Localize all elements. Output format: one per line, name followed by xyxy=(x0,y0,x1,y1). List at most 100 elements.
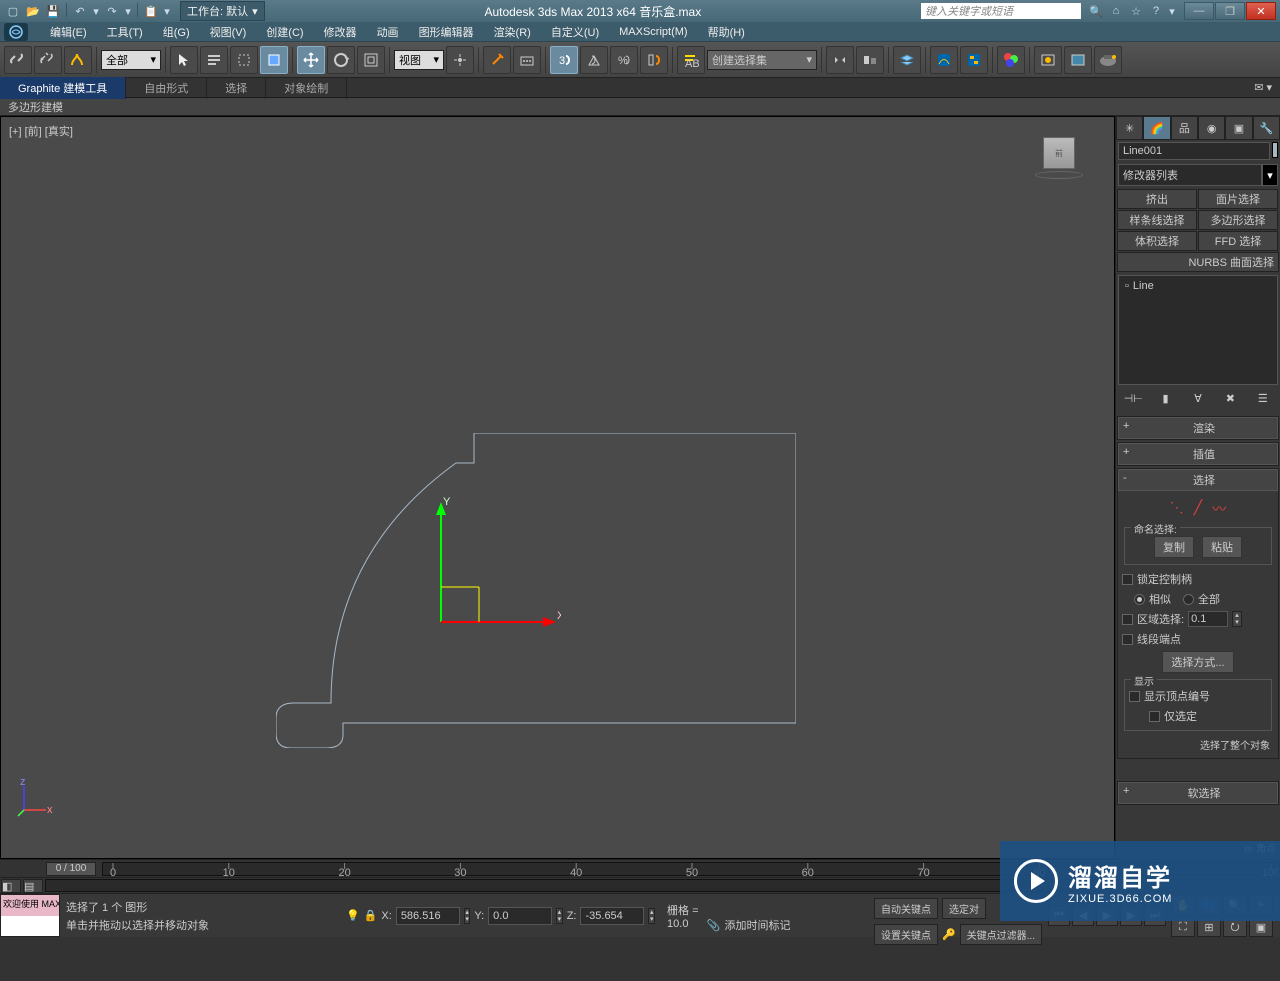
named-sel-combo[interactable]: 创建选择集▾ xyxy=(707,50,817,70)
menu-modifiers[interactable]: 修改器 xyxy=(314,22,367,42)
help-search-input[interactable]: 键入关键字或短语 xyxy=(921,3,1081,19)
undo-icon[interactable]: ↶ xyxy=(71,3,89,19)
layer-manager-icon[interactable] xyxy=(893,46,921,74)
menu-animation[interactable]: 动画 xyxy=(367,22,409,42)
modbtn-extrude[interactable]: 挤出 xyxy=(1117,189,1197,209)
auto-key-button[interactable]: 自动关键点 xyxy=(874,898,938,919)
favorites-icon[interactable]: ☆ xyxy=(1127,3,1145,19)
comm-center-icon[interactable]: ⌂ xyxy=(1107,3,1125,19)
project-icon[interactable]: 📋 xyxy=(142,3,160,19)
motion-tab-icon[interactable]: ◉ xyxy=(1198,116,1225,140)
selected-button[interactable]: 选定对 xyxy=(942,898,986,919)
modifier-stack[interactable]: ▫Line xyxy=(1118,275,1278,385)
time-slider-handle[interactable]: 0 / 100 xyxy=(46,862,96,876)
viewport-front[interactable]: [+] [前] [真实] 前 Y X z x xyxy=(0,116,1115,859)
area-sel-check[interactable] xyxy=(1122,614,1133,625)
spinner-snap-icon[interactable] xyxy=(640,46,668,74)
menu-maxscript[interactable]: MAXScript(M) xyxy=(609,24,697,40)
window-crossing-icon[interactable] xyxy=(260,46,288,74)
ribbon-tab-graphite[interactable]: Graphite 建模工具 xyxy=(0,77,126,99)
modbtn-face[interactable]: 面片选择 xyxy=(1198,189,1278,209)
menu-tools[interactable]: 工具(T) xyxy=(97,22,153,42)
rollout-render-header[interactable]: +渲染 xyxy=(1118,417,1278,439)
vertex-subobj-icon[interactable]: ⋱ xyxy=(1170,499,1184,519)
material-editor-icon[interactable] xyxy=(997,46,1025,74)
render-frame-icon[interactable] xyxy=(1064,46,1092,74)
select-name-icon[interactable] xyxy=(200,46,228,74)
move-icon[interactable] xyxy=(297,46,325,74)
lock-icon[interactable]: 🔒 xyxy=(364,909,378,922)
keyboard-shortcut-icon[interactable] xyxy=(513,46,541,74)
modbtn-nurbs[interactable]: NURBS 曲面选择 xyxy=(1117,252,1279,272)
viewcube[interactable]: 前 xyxy=(1034,137,1084,187)
object-color-swatch[interactable] xyxy=(1272,142,1278,158)
project-dropdown-icon[interactable]: ▾ xyxy=(162,3,172,19)
modbtn-spline[interactable]: 样条线选择 xyxy=(1117,210,1197,230)
create-tab-icon[interactable]: ✳ xyxy=(1116,116,1143,140)
hierarchy-tab-icon[interactable]: 品 xyxy=(1171,116,1198,140)
undo-dropdown-icon[interactable]: ▾ xyxy=(91,3,101,19)
select-manipulate-icon[interactable] xyxy=(483,46,511,74)
schematic-view-icon[interactable] xyxy=(960,46,988,74)
area-spinner-arrows[interactable]: ▴▾ xyxy=(1232,611,1242,627)
modbtn-poly[interactable]: 多边形选择 xyxy=(1198,210,1278,230)
app-menu-button[interactable] xyxy=(4,23,28,41)
select-by-button[interactable]: 选择方式... xyxy=(1162,651,1233,673)
display-tab-icon[interactable]: ▣ xyxy=(1225,116,1252,140)
area-spinner[interactable] xyxy=(1188,611,1228,627)
paste-button[interactable]: 粘贴 xyxy=(1202,536,1242,558)
move-gizmo[interactable]: Y X xyxy=(431,497,561,637)
help-icon[interactable]: ? xyxy=(1147,3,1165,19)
key-filters-button[interactable]: 关键点过滤器... xyxy=(960,924,1042,945)
rotate-icon[interactable] xyxy=(327,46,355,74)
segment-subobj-icon[interactable]: ╱ xyxy=(1194,499,1202,519)
show-vertnum-check[interactable] xyxy=(1129,691,1140,702)
menu-help[interactable]: 帮助(H) xyxy=(698,22,755,42)
maximize-button[interactable]: ❐ xyxy=(1215,2,1245,20)
modifier-list-combo[interactable]: 修改器列表▾ xyxy=(1118,164,1278,186)
modbtn-ffd[interactable]: FFD 选择 xyxy=(1198,231,1278,251)
lock-handles-check[interactable] xyxy=(1122,574,1133,585)
copy-button[interactable]: 复制 xyxy=(1154,536,1194,558)
binoculars-icon[interactable]: 🔍 xyxy=(1087,3,1105,19)
render-production-icon[interactable] xyxy=(1094,46,1122,74)
similar-radio[interactable] xyxy=(1134,594,1145,605)
link-icon[interactable] xyxy=(4,46,32,74)
select-icon[interactable] xyxy=(170,46,198,74)
ribbon-tab-selection[interactable]: 选择 xyxy=(207,77,266,99)
scale-icon[interactable] xyxy=(357,46,385,74)
workspace-selector[interactable]: 工作台: 默认▾ xyxy=(180,1,265,21)
modify-tab-icon[interactable]: 🌈 xyxy=(1143,116,1170,140)
menu-rendering[interactable]: 渲染(R) xyxy=(484,22,541,42)
new-icon[interactable]: ▢ xyxy=(4,3,22,19)
ribbon-tab-freeform[interactable]: 自由形式 xyxy=(126,77,207,99)
show-end-icon[interactable]: ▮ xyxy=(1156,389,1176,407)
unlink-icon[interactable] xyxy=(34,46,62,74)
key-filter-icon[interactable]: 🔑 xyxy=(942,928,956,941)
select-region-icon[interactable] xyxy=(230,46,258,74)
rollout-softsel-header[interactable]: +软选择 xyxy=(1118,782,1278,804)
edit-named-sel-icon[interactable]: ABC xyxy=(677,46,705,74)
render-setup-icon[interactable] xyxy=(1034,46,1062,74)
stack-item-line[interactable]: ▫Line xyxy=(1121,278,1275,294)
remove-mod-icon[interactable]: ✖ xyxy=(1220,389,1240,407)
object-name-input[interactable] xyxy=(1118,142,1270,160)
help-dropdown-icon[interactable]: ▾ xyxy=(1167,3,1177,19)
pin-stack-icon[interactable]: ⊣⊢ xyxy=(1123,389,1143,407)
close-button[interactable]: ✕ xyxy=(1246,2,1276,20)
selection-filter-combo[interactable]: 全部▾ xyxy=(101,50,161,70)
sel-only-check[interactable] xyxy=(1149,711,1160,722)
rollout-interp-header[interactable]: +插值 xyxy=(1118,443,1278,465)
unique-icon[interactable]: ∀ xyxy=(1188,389,1208,407)
save-icon[interactable]: 💾 xyxy=(44,3,62,19)
redo-dropdown-icon[interactable]: ▾ xyxy=(123,3,133,19)
segend-check[interactable] xyxy=(1122,634,1133,645)
y-input[interactable] xyxy=(488,907,552,925)
open-icon[interactable]: 📂 xyxy=(24,3,42,19)
menu-edit[interactable]: 编辑(E) xyxy=(40,22,97,42)
set-key-button[interactable]: 设置关键点 xyxy=(874,924,938,945)
rollout-select-header[interactable]: -选择 xyxy=(1118,469,1278,491)
ribbon-panel-label[interactable]: 多边形建模 xyxy=(0,98,1280,116)
curve-editor-icon[interactable] xyxy=(930,46,958,74)
isolate-icon[interactable]: 💡 xyxy=(346,909,360,922)
